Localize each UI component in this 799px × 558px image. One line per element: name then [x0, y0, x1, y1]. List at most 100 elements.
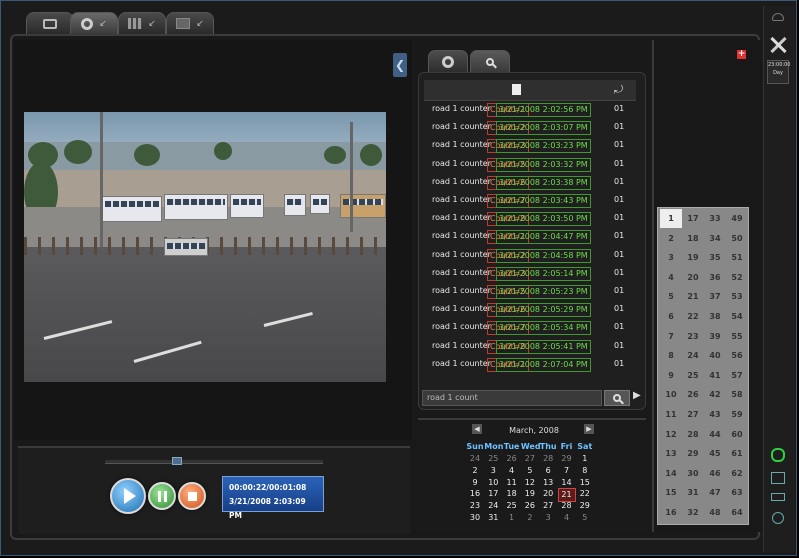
channel-cell[interactable]: 9: [660, 366, 682, 385]
calendar-next-button[interactable]: ▶: [584, 424, 594, 434]
calendar-day[interactable]: 15: [576, 477, 594, 489]
channel-cell[interactable]: 12: [660, 425, 682, 444]
channel-cell[interactable]: 1: [660, 209, 682, 228]
calendar-day[interactable]: 25: [484, 453, 502, 465]
calendar-day[interactable]: 1: [576, 453, 594, 465]
calendar-day[interactable]: 8: [576, 465, 594, 477]
calendar-day[interactable]: 23: [466, 500, 484, 512]
event-row[interactable]: road 1 counter Count=3 3/21/2008 2:03:23 P…: [424, 136, 638, 154]
channel-cell[interactable]: 39: [704, 327, 726, 346]
event-row[interactable]: road 1 counter Count=2 3/21/2008 2:03:07 P…: [424, 118, 638, 136]
stop-button[interactable]: [178, 482, 206, 510]
channel-cell[interactable]: 14: [660, 464, 682, 483]
calendar-day[interactable]: 26: [521, 500, 539, 512]
calendar-day[interactable]: 5: [521, 465, 539, 477]
channel-cell[interactable]: 47: [704, 483, 726, 502]
channel-cell[interactable]: 61: [726, 444, 748, 463]
event-row[interactable]: road 1 counter Count=6 3/21/2008 2:05:29 P…: [424, 300, 638, 318]
event-row[interactable]: road 1 counter Count=1 3/21/2008 2:07:04 P…: [424, 355, 638, 373]
calendar-day[interactable]: 1: [503, 512, 521, 524]
channel-cell[interactable]: 37: [704, 287, 726, 306]
tab-layout[interactable]: ↙: [118, 12, 166, 34]
add-channel-icon[interactable]: +: [737, 50, 746, 59]
channel-cell[interactable]: 29: [682, 444, 704, 463]
channel-cell[interactable]: 27: [682, 405, 704, 424]
calendar-day[interactable]: 27: [521, 453, 539, 465]
event-row[interactable]: road 1 counter Count=7 3/21/2008 2:03:43 P…: [424, 191, 638, 209]
playback-slider-thumb[interactable]: [171, 457, 182, 465]
calendar-day[interactable]: 4: [503, 465, 521, 477]
calendar-day[interactable]: 10: [484, 477, 502, 489]
pause-button[interactable]: [148, 482, 176, 510]
event-row[interactable]: road 1 counter Count=1 3/21/2008 2:04:47 P…: [424, 227, 638, 245]
tab-live-view[interactable]: [26, 12, 74, 34]
channel-cell[interactable]: 8: [660, 346, 682, 365]
event-row[interactable]: road 1 counter Count=7 3/21/2008 2:05:34 P…: [424, 318, 638, 336]
channel-cell[interactable]: 20: [682, 268, 704, 287]
database-button[interactable]: [767, 446, 789, 464]
calendar-day[interactable]: 28: [539, 453, 557, 465]
settings-tools-button[interactable]: [767, 34, 789, 56]
channel-cell[interactable]: 41: [704, 366, 726, 385]
event-row[interactable]: road 1 counter Count=8 3/21/2008 2:05:41 P…: [424, 337, 638, 355]
channel-cell[interactable]: 2: [660, 229, 682, 248]
channel-cell[interactable]: 18: [682, 229, 704, 248]
calendar-day[interactable]: 22: [576, 488, 594, 500]
calendar-day[interactable]: 3: [484, 465, 502, 477]
channel-cell[interactable]: 16: [660, 503, 682, 522]
search-button[interactable]: [604, 390, 630, 406]
event-row[interactable]: road 1 counter Count=5 3/21/2008 2:03:32 P…: [424, 155, 638, 173]
channel-cell[interactable]: 57: [726, 366, 748, 385]
channel-cell[interactable]: 38: [704, 307, 726, 326]
calendar-day[interactable]: 2: [466, 465, 484, 477]
calendar-day[interactable]: 25: [503, 500, 521, 512]
channel-cell[interactable]: 46: [704, 464, 726, 483]
search-next-button[interactable]: ▶: [633, 390, 641, 401]
play-button[interactable]: [110, 478, 146, 514]
remote-button[interactable]: [767, 490, 789, 504]
channel-cell[interactable]: 53: [726, 287, 748, 306]
channel-cell[interactable]: 11: [660, 405, 682, 424]
channel-cell[interactable]: 30: [682, 464, 704, 483]
tab-playback[interactable]: ↙: [70, 12, 118, 34]
calendar-day[interactable]: 20: [539, 488, 557, 500]
calendar-day[interactable]: 27: [539, 500, 557, 512]
calendar-day[interactable]: 14: [558, 477, 576, 489]
channel-cell[interactable]: 43: [704, 405, 726, 424]
channel-cell[interactable]: 19: [682, 248, 704, 267]
channel-cell[interactable]: 64: [726, 503, 748, 522]
channel-cell[interactable]: 59: [726, 405, 748, 424]
calendar-day[interactable]: 6: [539, 465, 557, 477]
calendar-day[interactable]: 29: [576, 500, 594, 512]
calendar-day[interactable]: 2: [521, 512, 539, 524]
channel-cell[interactable]: 6: [660, 307, 682, 326]
channel-cell[interactable]: 26: [682, 385, 704, 404]
tab-event-search[interactable]: [470, 50, 510, 72]
channel-cell[interactable]: 10: [660, 385, 682, 404]
calendar-day[interactable]: 3: [539, 512, 557, 524]
calendar-day[interactable]: 11: [503, 477, 521, 489]
channel-cell[interactable]: 31: [682, 483, 704, 502]
calendar-day[interactable]: 16: [466, 488, 484, 500]
calendar-day[interactable]: 9: [466, 477, 484, 489]
calendar-day[interactable]: 19: [521, 488, 539, 500]
channel-cell[interactable]: 58: [726, 385, 748, 404]
network-button[interactable]: [767, 470, 789, 486]
channel-cell[interactable]: 25: [682, 366, 704, 385]
tab-event-settings[interactable]: [428, 50, 468, 72]
channel-cell[interactable]: 35: [704, 248, 726, 267]
calendar-day[interactable]: 24: [484, 500, 502, 512]
channel-cell[interactable]: 49: [726, 209, 748, 228]
event-row[interactable]: road 1 counter Count=1 3/21/2008 2:02:56 P…: [424, 100, 638, 118]
channel-cell[interactable]: 28: [682, 425, 704, 444]
event-row[interactable]: road 1 counter Count=3 3/21/2008 2:05:14 P…: [424, 264, 638, 282]
channel-cell[interactable]: 63: [726, 483, 748, 502]
eject-button[interactable]: [767, 10, 789, 24]
calendar-day[interactable]: 24: [466, 453, 484, 465]
channel-cell[interactable]: 55: [726, 327, 748, 346]
channel-cell[interactable]: 44: [704, 425, 726, 444]
channel-cell[interactable]: 3: [660, 248, 682, 267]
channel-cell[interactable]: 5: [660, 287, 682, 306]
channel-cell[interactable]: 22: [682, 307, 704, 326]
calendar-day[interactable]: 31: [484, 512, 502, 524]
